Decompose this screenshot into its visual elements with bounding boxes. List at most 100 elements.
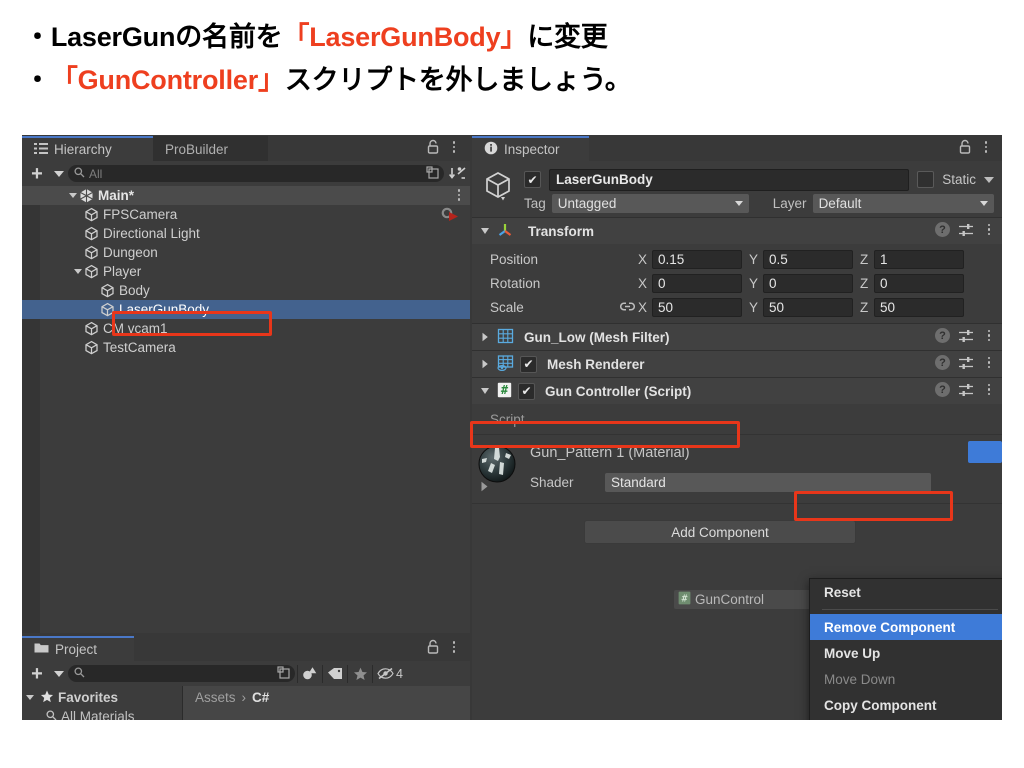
kebab-icon[interactable] — [982, 329, 996, 342]
context-menu-item-paste-component-as-new: Paste Component As New — [810, 718, 1002, 720]
project-search-input[interactable] — [68, 665, 295, 682]
transform-position-x-input[interactable]: 0.15 — [652, 249, 742, 269]
component-header-gun-low-mesh-filter[interactable]: Gun_Low (Mesh Filter)? — [472, 323, 1002, 350]
component-header-gun-controller-script[interactable]: # ✔ Gun Controller (Script)? — [472, 377, 1002, 404]
gameobject-icon[interactable] — [482, 169, 516, 203]
axis-label-z: Z — [860, 275, 869, 291]
static-checkbox[interactable] — [917, 171, 935, 188]
transform-scale-x-input[interactable]: 50 — [652, 297, 742, 317]
project-add-dropdown-icon[interactable] — [52, 661, 66, 686]
hierarchy-item-directional-light[interactable]: Directional Light — [22, 224, 470, 243]
inspector-lock-icon[interactable] — [958, 139, 972, 155]
tag-dropdown[interactable]: Untagged — [551, 194, 749, 213]
chevron-down-icon[interactable] — [478, 388, 491, 394]
help-icon[interactable]: ? — [935, 355, 950, 370]
chevron-down-icon[interactable] — [71, 269, 84, 274]
project-tabstrip: Project — [22, 635, 470, 661]
transform-rotation-y-input[interactable]: 0 — [763, 273, 853, 293]
context-menu-item-remove-component[interactable]: Remove Component — [810, 614, 1002, 640]
transform-position-z-input[interactable]: 1 — [874, 249, 964, 269]
tab-probuilder[interactable]: ProBuilder — [153, 136, 268, 161]
scene-kebab-icon[interactable] — [457, 189, 460, 201]
chevron-right-icon[interactable] — [478, 332, 491, 342]
hierarchy-search-input[interactable]: All — [68, 165, 444, 182]
project-add-button[interactable]: + — [22, 661, 52, 686]
hierarchy-item-lasergunbody[interactable]: LaserGunBody — [22, 300, 470, 319]
component-enabled-checkbox[interactable]: ✔ — [520, 355, 537, 373]
preset-icon[interactable] — [958, 329, 974, 343]
hierarchy-item-cm-vcam1[interactable]: CM vcam1 — [22, 319, 470, 338]
hierarchy-add-dropdown-icon[interactable] — [52, 161, 66, 186]
hierarchy-item-player[interactable]: Player — [22, 262, 470, 281]
transform-rotation-x-input[interactable]: 0 — [652, 273, 742, 293]
chevron-down-icon[interactable] — [26, 695, 34, 700]
chevron-down-icon[interactable] — [66, 193, 79, 198]
open-in-new-icon[interactable] — [277, 666, 291, 683]
transform-scale-y-input[interactable]: 50 — [763, 297, 853, 317]
hierarchy-add-button[interactable]: + — [22, 161, 52, 186]
layer-label: Layer — [772, 196, 807, 211]
label-filter-icon[interactable] — [323, 663, 347, 685]
preset-icon[interactable] — [958, 223, 974, 237]
hierarchy-item-testcamera[interactable]: TestCamera — [22, 338, 470, 357]
context-menu-item-copy-component[interactable]: Copy Component — [810, 692, 1002, 718]
tab-inspector[interactable]: Inspector — [472, 136, 589, 161]
kebab-icon[interactable] — [982, 223, 996, 236]
gameobject-name-input[interactable]: LaserGunBody — [549, 168, 910, 191]
preset-icon[interactable] — [958, 383, 974, 397]
component-header-mesh-renderer[interactable]: ✔ Mesh Renderer? — [472, 350, 1002, 377]
context-menu-item-move-up[interactable]: Move Up — [810, 640, 1002, 666]
scale-link-icon[interactable] — [620, 300, 636, 315]
tag-label: Tag — [524, 196, 546, 211]
hierarchy-kebab-icon[interactable] — [447, 139, 461, 155]
caption-bullet-2: ・ — [24, 65, 51, 95]
kebab-icon[interactable] — [982, 383, 996, 396]
hierarchy-item-fpscamera[interactable]: FPSCamera — [22, 205, 470, 224]
project-lock-icon[interactable] — [426, 639, 440, 655]
chevron-down-icon[interactable] — [478, 228, 491, 234]
kebab-icon[interactable] — [982, 356, 996, 369]
layer-dropdown[interactable]: Default — [812, 194, 994, 213]
project-body: Favorites All Materials Assets › C# — [22, 686, 470, 720]
transform-scale-z-input[interactable]: 50 — [874, 297, 964, 317]
transform-position-y-input[interactable]: 0.5 — [763, 249, 853, 269]
help-icon[interactable]: ? — [935, 382, 950, 397]
tab-project[interactable]: Project — [22, 636, 134, 661]
project-all-materials-row[interactable]: All Materials — [22, 707, 182, 720]
breadcrumb-item-csharp[interactable]: C# — [252, 690, 269, 705]
project-tree: Favorites All Materials — [22, 686, 183, 720]
inspector-kebab-icon[interactable] — [979, 139, 993, 155]
static-dropdown-icon[interactable] — [984, 176, 994, 183]
add-component-area: Add Component — [472, 503, 1002, 564]
shader-dropdown[interactable]: Standard — [605, 473, 931, 492]
material-expand-icon[interactable] — [480, 479, 489, 497]
hierarchy-scene-row[interactable]: Main* — [22, 186, 470, 205]
preset-icon[interactable] — [958, 356, 974, 370]
hierarchy-item-body[interactable]: Body — [22, 281, 470, 300]
help-icon[interactable]: ? — [935, 328, 950, 343]
favorite-star-icon[interactable] — [348, 663, 372, 685]
layer-value: Default — [818, 196, 862, 211]
open-in-new-icon[interactable] — [426, 166, 440, 183]
context-menu-item-reset[interactable]: Reset — [810, 579, 1002, 605]
project-kebab-icon[interactable] — [447, 639, 461, 655]
chevron-right-icon[interactable] — [478, 359, 491, 369]
asset-type-filter-icon[interactable] — [298, 663, 322, 685]
prefab-warning-icon — [440, 207, 460, 223]
add-component-button[interactable]: Add Component — [584, 520, 856, 544]
hidden-assets-toggle[interactable]: 4 — [373, 663, 407, 685]
gameobject-enabled-checkbox[interactable]: ✔ — [524, 171, 541, 188]
help-icon[interactable]: ? — [935, 222, 950, 237]
hierarchy-lock-icon[interactable] — [426, 139, 440, 155]
transform-component-header[interactable]: Transform ? — [472, 217, 1002, 244]
breadcrumb-item-assets[interactable]: Assets — [195, 690, 236, 705]
project-all-materials-label: All Materials — [61, 709, 135, 720]
component-enabled-checkbox[interactable]: ✔ — [518, 382, 535, 400]
hierarchy-sort-icon[interactable] — [446, 163, 470, 185]
project-favorites-row[interactable]: Favorites — [22, 688, 182, 707]
transform-title: Transform — [528, 223, 595, 239]
tab-hierarchy[interactable]: Hierarchy — [22, 136, 153, 161]
transform-rotation-z-input[interactable]: 0 — [874, 273, 964, 293]
hierarchy-item-dungeon[interactable]: Dungeon — [22, 243, 470, 262]
svg-text:#: # — [681, 593, 687, 604]
